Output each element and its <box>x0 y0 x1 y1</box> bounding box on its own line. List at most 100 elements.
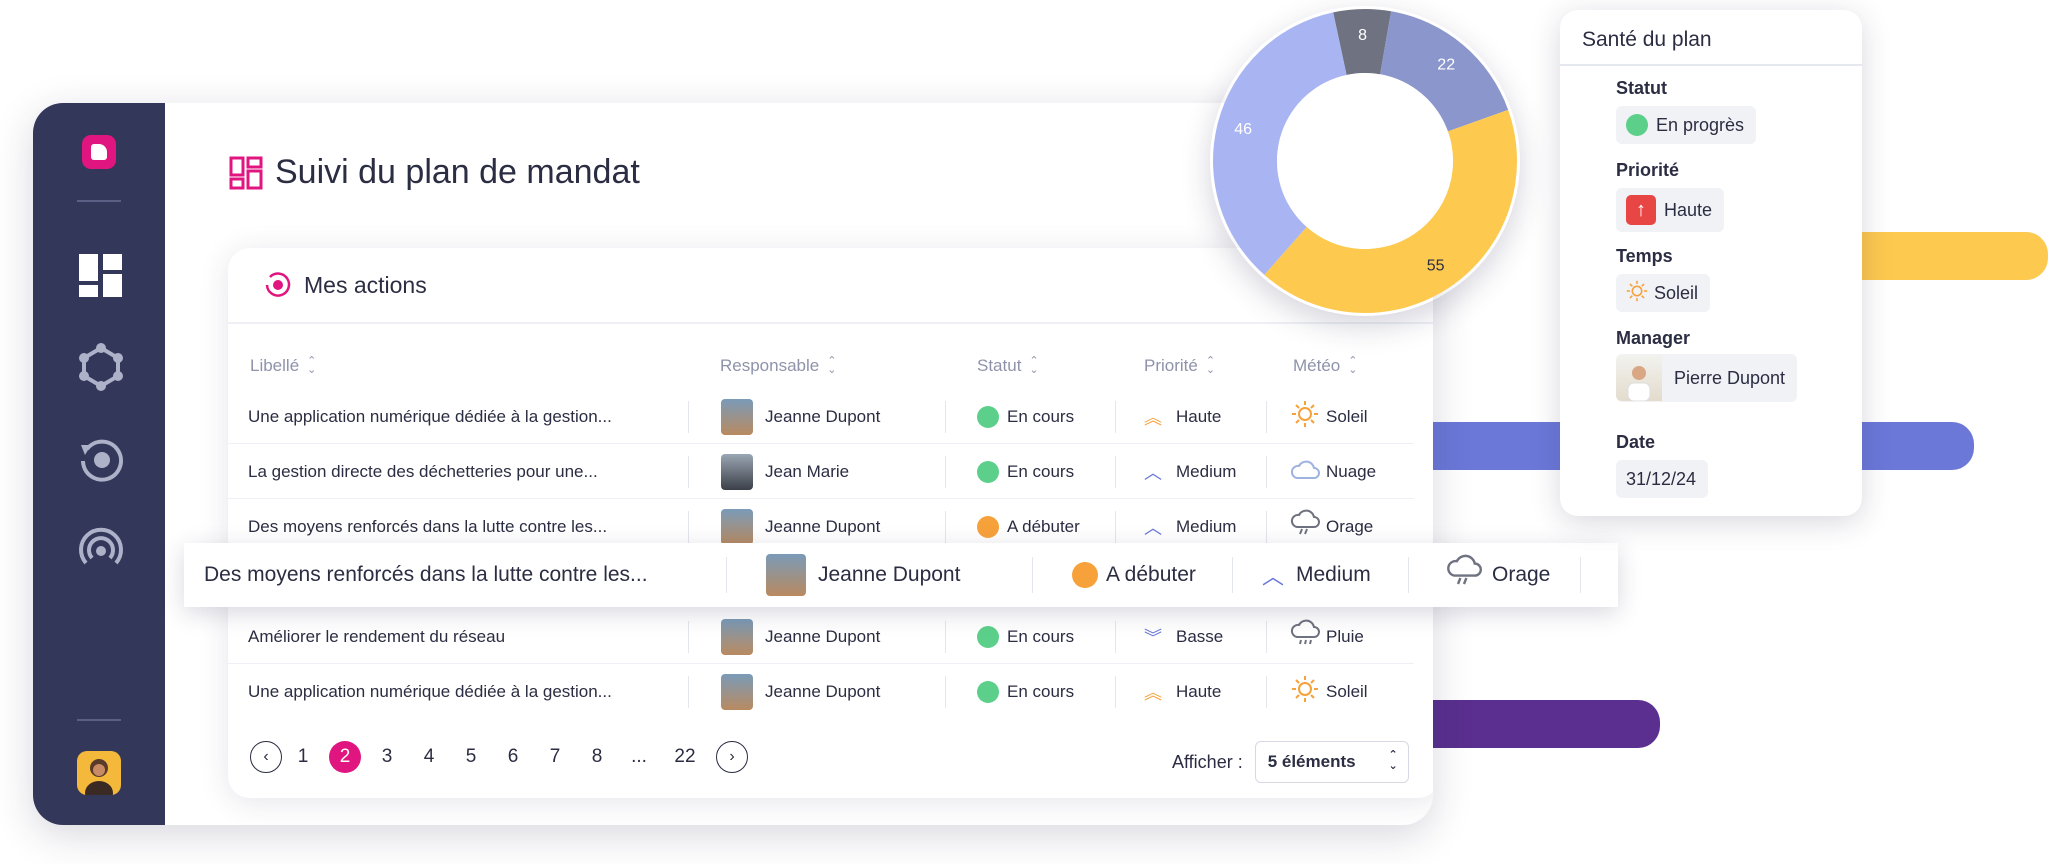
page-button[interactable]: 22 <box>660 746 710 768</box>
cell-meteo: Orage <box>1326 516 1374 536</box>
card-title: Mes actions <box>304 271 427 298</box>
cell-statut: En cours <box>1007 406 1075 426</box>
cell-responsable: Jeanne Dupont <box>818 563 961 586</box>
user-avatar[interactable] <box>77 751 121 795</box>
sun-icon <box>1626 280 1648 307</box>
column-header-priorite[interactable]: Priorité ⌃ ⌄ <box>1144 356 1215 376</box>
column-header-libelle[interactable]: Libellé ⌃ ⌄ <box>250 356 316 376</box>
donut-hole <box>1277 73 1453 249</box>
table-row[interactable]: Une application numérique dédiée à la ge… <box>228 664 1414 719</box>
page-title-text: Suivi du plan de mandat <box>275 153 640 191</box>
layout-grid-icon <box>229 156 263 189</box>
sort-icon: ⌃ ⌄ <box>307 355 317 376</box>
status-chip[interactable]: En progrès <box>1616 106 1757 144</box>
prev-page-button[interactable]: ‹ <box>250 741 282 773</box>
storm-icon <box>1446 554 1482 596</box>
avatar <box>721 673 753 710</box>
donut-chart: 8 22 55 46 <box>1210 6 1520 316</box>
target-icon <box>265 272 291 297</box>
page-size-control: Afficher : 5 éléments ⌃ ⌄ <box>1172 741 1409 783</box>
weather-chip[interactable]: Soleil <box>1616 274 1711 312</box>
page-button[interactable]: 8 <box>576 746 618 768</box>
manager-avatar <box>1616 355 1662 401</box>
chevron-left-icon: ‹ <box>263 748 269 765</box>
cell-priorite: Medium <box>1176 516 1237 536</box>
cell-meteo: Pluie <box>1326 626 1364 646</box>
column-header-meteo[interactable]: Météo ⌃ ⌄ <box>1293 356 1357 376</box>
app-logo[interactable] <box>82 135 116 169</box>
panel-title: Santé du plan <box>1582 28 1712 51</box>
date-label: Date <box>1616 432 1656 452</box>
cell-meteo: Soleil <box>1326 406 1368 426</box>
network-icon[interactable] <box>77 343 125 391</box>
page-button[interactable]: 5 <box>450 746 492 768</box>
table-row[interactable]: La gestion directe des déchetteries pour… <box>228 444 1414 499</box>
broadcast-icon[interactable] <box>77 527 125 575</box>
chevron-right-icon: › <box>729 748 735 765</box>
decorative-bar-yellow <box>1860 232 2048 280</box>
priority-medium-icon: ︿ <box>1144 517 1162 538</box>
priority-high-icon: ︽ <box>1144 682 1162 703</box>
cloud-icon <box>1290 458 1320 485</box>
page-button[interactable]: 6 <box>492 746 534 768</box>
page-size-label: Afficher : <box>1172 751 1243 772</box>
status-dot <box>977 680 999 703</box>
donut-slice-label: 22 <box>1437 57 1455 74</box>
page-button[interactable]: 3 <box>366 746 408 768</box>
cell-statut: En cours <box>1007 626 1075 646</box>
status-label: Statut <box>1616 78 1667 98</box>
panel-divider <box>1560 64 1862 66</box>
dashboard-icon[interactable] <box>77 252 125 300</box>
cell-meteo: Nuage <box>1326 461 1377 481</box>
cell-meteo: Soleil <box>1326 681 1368 701</box>
cell-libelle: La gestion directe des déchetteries pour… <box>248 461 598 481</box>
priority-chip[interactable]: ↑ Haute <box>1616 188 1725 232</box>
manager-chip[interactable]: Pierre Dupont <box>1616 354 1798 402</box>
table-row[interactable]: Améliorer le rendement du réseau Jeanne … <box>228 609 1414 664</box>
priority-medium-icon: ︿ <box>1262 564 1285 589</box>
cell-responsable: Jean Marie <box>765 461 850 481</box>
next-page-button[interactable]: › <box>716 741 748 773</box>
cell-libelle: Des moyens renforcés dans la lutte contr… <box>204 563 648 586</box>
sort-icon: ⌃ ⌄ <box>1205 355 1216 376</box>
column-header-responsable[interactable]: Responsable ⌃ ⌄ <box>720 356 836 376</box>
cell-statut: En cours <box>1007 461 1075 481</box>
manager-label: Manager <box>1616 328 1691 348</box>
page-button-active[interactable]: 2 <box>329 741 361 773</box>
arrow-up-icon: ↑ <box>1626 195 1656 225</box>
page-button[interactable]: 7 <box>534 746 576 768</box>
status-dot <box>977 625 999 648</box>
rain-icon <box>1290 619 1320 654</box>
priority-high-icon: ︽ <box>1144 407 1162 428</box>
sort-icon: ⌃ ⌄ <box>1348 355 1358 376</box>
cell-statut: A débuter <box>1007 516 1080 536</box>
sort-icon: ⌃ ⌄ <box>1029 355 1039 376</box>
status-dot <box>1072 562 1098 588</box>
priority-low-icon: ︾ <box>1144 627 1162 648</box>
column-header-statut[interactable]: Statut ⌃ ⌄ <box>977 356 1039 376</box>
storm-icon <box>1290 509 1320 544</box>
page-title: Suivi du plan de mandat <box>229 153 640 192</box>
page-button[interactable]: 4 <box>408 746 450 768</box>
pagination: ‹ 1 2 3 4 5 6 7 8 ... 22 › <box>250 741 748 773</box>
priority-medium-icon: ︿ <box>1144 462 1162 483</box>
sort-icon: ⌃ ⌄ <box>827 355 837 376</box>
status-dot <box>1626 114 1648 136</box>
target-icon[interactable] <box>77 435 125 483</box>
page-size-select[interactable]: 5 éléments ⌃ ⌄ <box>1254 741 1409 783</box>
date-chip[interactable]: 31/12/24 <box>1616 460 1709 498</box>
avatar <box>721 618 753 655</box>
sidebar <box>33 103 165 825</box>
cell-libelle: Améliorer le rendement du réseau <box>248 626 506 646</box>
cell-responsable: Jeanne Dupont <box>765 516 881 536</box>
table-row[interactable]: Une application numérique dédiée à la ge… <box>228 389 1414 444</box>
page-button[interactable]: 1 <box>282 746 324 768</box>
cell-priorite: Basse <box>1176 626 1224 646</box>
sidebar-divider <box>77 719 121 721</box>
status-dot <box>977 405 999 428</box>
donut-slice-label: 8 <box>1358 27 1367 44</box>
page-ellipsis: ... <box>631 746 647 767</box>
cell-meteo: Orage <box>1492 563 1551 586</box>
status-dot <box>977 515 999 538</box>
highlighted-table-row[interactable]: Des moyens renforcés dans la lutte contr… <box>184 543 1618 607</box>
